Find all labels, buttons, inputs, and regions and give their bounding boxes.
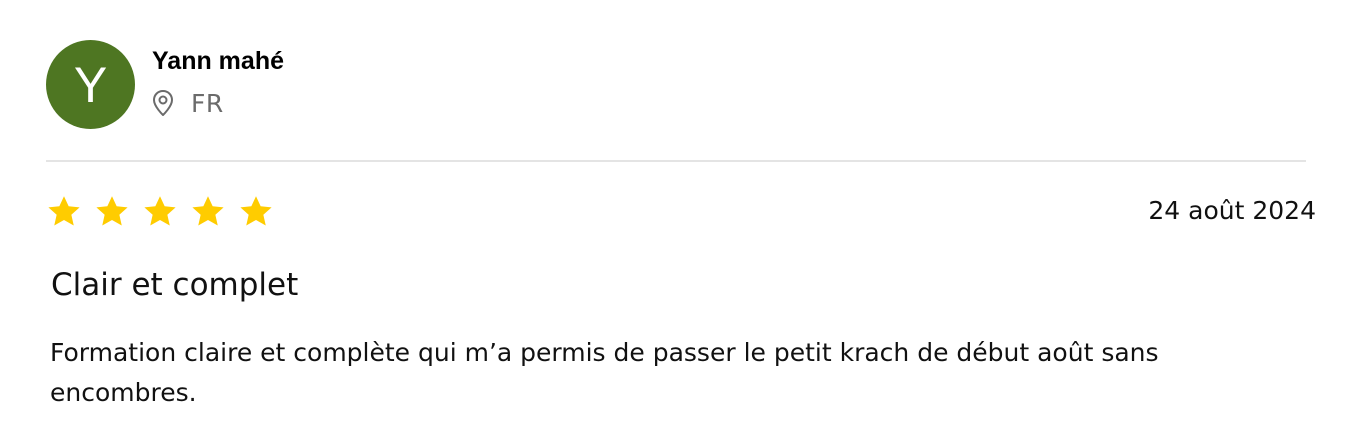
map-pin-icon: [151, 89, 175, 117]
avatar-initial: Y: [73, 56, 108, 113]
star-icon: [238, 194, 274, 230]
author-location: FR: [151, 88, 224, 118]
divider: [46, 160, 1306, 162]
avatar: Y: [46, 40, 135, 129]
star-icon: [190, 194, 226, 230]
review-date: 24 août 2024: [1148, 196, 1316, 225]
review-title: Clair et complet: [51, 267, 299, 303]
star-icon: [142, 194, 178, 230]
author-name: Yann mahé: [152, 47, 284, 75]
review-body: Formation claire et complète qui m’a per…: [50, 338, 1159, 407]
review-card: Y Yann mahé FR 24 août 2024 Clair et com…: [0, 0, 1346, 430]
star-rating: [46, 194, 274, 230]
star-icon: [94, 194, 130, 230]
author-country: FR: [191, 88, 224, 118]
star-icon: [46, 194, 82, 230]
